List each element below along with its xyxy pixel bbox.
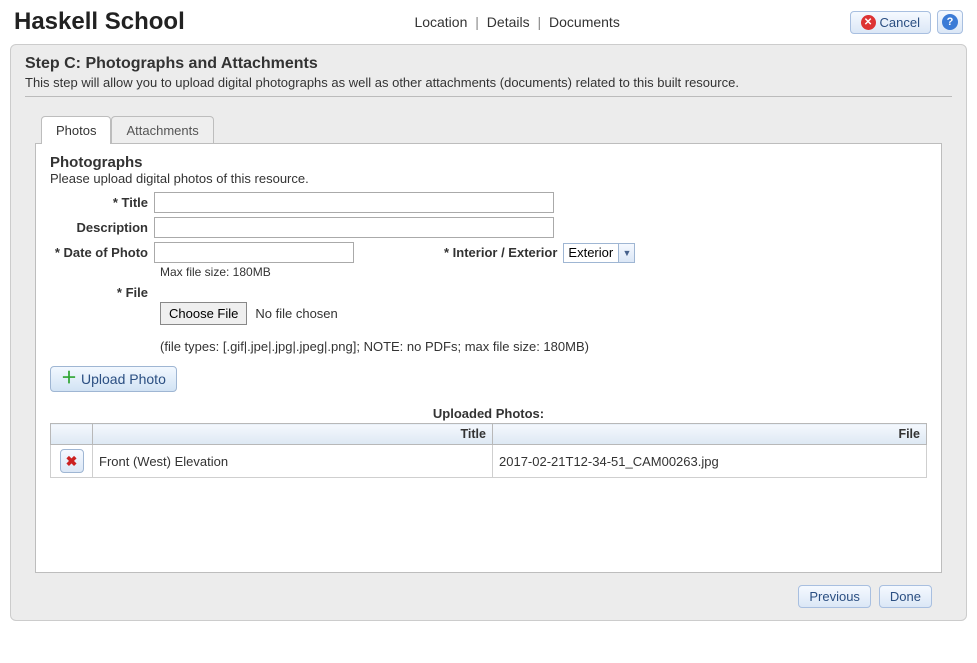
label-title: * Title xyxy=(50,195,154,210)
upload-photo-button[interactable]: ＋ Upload Photo xyxy=(50,366,177,392)
help-button[interactable]: ? xyxy=(937,10,963,34)
cell-title: Front (West) Elevation xyxy=(93,445,493,478)
uploaded-photos-table: Title File ✖ Front (West) Elevation 2017… xyxy=(50,423,927,478)
label-interior-exterior: * Interior / Exterior xyxy=(444,245,557,260)
top-nav: Location | Details | Documents xyxy=(185,14,850,30)
main-panel: Step C: Photographs and Attachments This… xyxy=(10,44,967,621)
cancel-icon: ✕ xyxy=(861,15,876,30)
nav-documents[interactable]: Documents xyxy=(549,14,620,30)
interior-exterior-dropdown-button[interactable]: ▼ xyxy=(619,243,635,263)
tab-attachments[interactable]: Attachments xyxy=(111,116,213,144)
cell-file: 2017-02-21T12-34-51_CAM00263.jpg xyxy=(493,445,927,478)
nav-details[interactable]: Details xyxy=(487,14,530,30)
date-input[interactable] xyxy=(154,242,354,263)
tab-photos[interactable]: Photos xyxy=(41,116,111,144)
help-icon: ? xyxy=(942,14,958,30)
choose-file-button[interactable]: Choose File xyxy=(160,302,247,325)
nav-location[interactable]: Location xyxy=(414,14,467,30)
cancel-button-label: Cancel xyxy=(880,15,920,30)
table-row: ✖ Front (West) Elevation 2017-02-21T12-3… xyxy=(51,445,927,478)
col-title: Title xyxy=(93,424,493,445)
col-actions xyxy=(51,424,93,445)
done-button[interactable]: Done xyxy=(879,585,932,608)
description-input[interactable] xyxy=(154,217,554,238)
upload-photo-label: Upload Photo xyxy=(81,371,166,387)
title-input[interactable] xyxy=(154,192,554,213)
max-file-hint: Max file size: 180MB xyxy=(160,265,927,279)
grid-title: Uploaded Photos: xyxy=(50,406,927,421)
nav-separator: | xyxy=(537,14,541,30)
previous-button[interactable]: Previous xyxy=(798,585,871,608)
chevron-down-icon: ▼ xyxy=(622,248,631,258)
section-subheading: Please upload digital photos of this res… xyxy=(50,171,927,186)
col-file: File xyxy=(493,424,927,445)
file-chosen-status: No file chosen xyxy=(255,306,337,321)
label-file: * File xyxy=(50,285,154,300)
delete-icon: ✖ xyxy=(66,453,78,470)
nav-separator: | xyxy=(475,14,479,30)
page-title: Haskell School xyxy=(14,8,185,36)
delete-row-button[interactable]: ✖ xyxy=(60,449,84,473)
cancel-button[interactable]: ✕ Cancel xyxy=(850,11,931,34)
label-date: * Date of Photo xyxy=(50,245,154,260)
file-types-note: (file types: [.gif|.jpe|.jpg|.jpeg|.png]… xyxy=(160,339,927,354)
step-title: Step C: Photographs and Attachments xyxy=(25,55,952,73)
step-description: This step will allow you to upload digit… xyxy=(25,75,952,90)
interior-exterior-select[interactable] xyxy=(563,243,619,263)
divider xyxy=(25,96,952,97)
section-heading: Photographs xyxy=(50,154,927,171)
label-description: Description xyxy=(50,220,154,235)
tab-body-photos: Photographs Please upload digital photos… xyxy=(35,143,942,573)
